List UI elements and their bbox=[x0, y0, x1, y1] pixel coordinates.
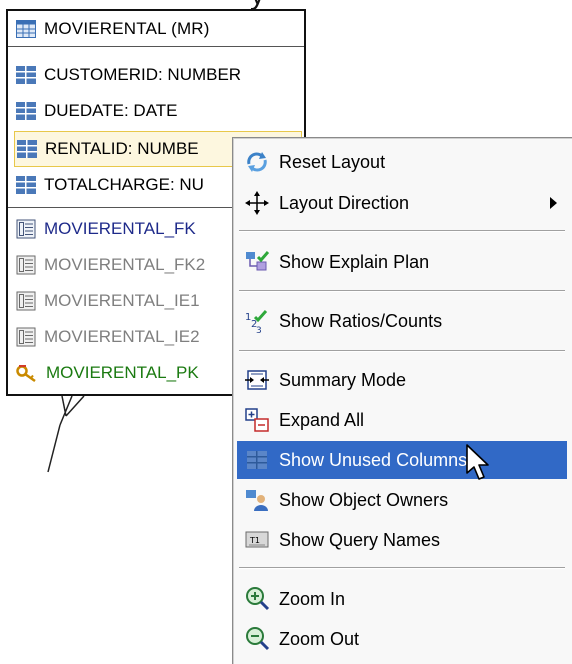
column-row-duedate[interactable]: DUEDATE: DATE bbox=[8, 93, 304, 129]
column-icon bbox=[17, 140, 37, 158]
submenu-arrow-icon bbox=[550, 197, 557, 209]
key-label: MOVIERENTAL_FK2 bbox=[44, 255, 206, 274]
primary-key-icon bbox=[16, 363, 38, 383]
menu-item-label: Zoom Out bbox=[279, 628, 360, 649]
menu-item-show-explain-plan[interactable]: Show Explain Plan bbox=[237, 243, 567, 281]
entity-title: MOVIERENTAL (MR) bbox=[44, 18, 210, 38]
menu-item-label: Show Unused Columns bbox=[279, 449, 468, 470]
menu-item-show-unused-columns[interactable]: Show Unused Columns bbox=[237, 441, 567, 479]
column-row-customerid[interactable]: CUSTOMERID: NUMBER bbox=[8, 57, 304, 93]
menu-item-show-object-owners[interactable]: Show Object Owners bbox=[237, 481, 567, 519]
menu-separator bbox=[239, 290, 565, 292]
menu-item-expand-all[interactable]: Expand All bbox=[237, 401, 567, 439]
ratios-counts-icon: 123 bbox=[243, 307, 271, 335]
key-label: MOVIERENTAL_IE1 bbox=[44, 291, 200, 310]
menu-item-label: Show Object Owners bbox=[279, 489, 449, 510]
menu-item-label: Layout Direction bbox=[279, 192, 410, 213]
svg-text:T1: T1 bbox=[249, 536, 260, 545]
column-icon bbox=[16, 176, 36, 194]
unused-columns-icon bbox=[243, 446, 271, 474]
key-label: MOVIERENTAL_PK bbox=[46, 363, 199, 382]
menu-item-zoom-out[interactable]: Zoom Out bbox=[237, 620, 567, 658]
query-names-icon: T1 bbox=[243, 526, 271, 554]
column-label: CUSTOMERID: NUMBER bbox=[44, 65, 242, 84]
index-icon bbox=[16, 255, 36, 275]
column-label: RENTALID: NUMBE bbox=[45, 139, 199, 158]
column-icon bbox=[16, 102, 36, 120]
column-label: TOTALCHARGE: NU bbox=[44, 175, 204, 194]
menu-item-label: Show Explain Plan bbox=[279, 251, 430, 272]
expand-all-icon bbox=[243, 406, 271, 434]
entity-header[interactable]: MOVIERENTAL (MR) bbox=[8, 11, 304, 47]
menu-item-label: Summary Mode bbox=[279, 369, 407, 390]
layout-direction-icon bbox=[243, 189, 271, 217]
context-menu[interactable]: Reset Layout Layout Direction Show Expla… bbox=[232, 137, 572, 664]
menu-separator bbox=[239, 230, 565, 232]
menu-item-zoom-in[interactable]: Zoom In bbox=[237, 580, 567, 618]
menu-item-label: Show Query Names bbox=[279, 529, 441, 550]
menu-item-label: Show Ratios/Counts bbox=[279, 310, 443, 331]
index-icon bbox=[16, 327, 36, 347]
menu-separator bbox=[239, 350, 565, 352]
key-label: MOVIERENTAL_FK bbox=[44, 219, 196, 238]
menu-item-layout-direction[interactable]: Layout Direction bbox=[237, 184, 567, 222]
menu-item-show-ratios-counts[interactable]: 123 Show Ratios/Counts bbox=[237, 302, 567, 340]
object-owners-icon bbox=[243, 486, 271, 514]
column-label: DUEDATE: DATE bbox=[44, 101, 178, 120]
menu-item-summary-mode[interactable]: Summary Mode bbox=[237, 361, 567, 399]
mouse-cursor-icon bbox=[466, 444, 489, 480]
key-label: MOVIERENTAL_IE2 bbox=[44, 327, 200, 346]
zoom-in-icon bbox=[243, 585, 271, 613]
menu-item-show-query-names[interactable]: T1 Show Query Names bbox=[237, 521, 567, 559]
menu-item-reset-layout[interactable]: Reset Layout bbox=[237, 143, 567, 181]
table-icon bbox=[16, 19, 36, 38]
zoom-out-icon bbox=[243, 625, 271, 653]
menu-item-label: Zoom In bbox=[279, 588, 346, 609]
index-icon bbox=[16, 291, 36, 311]
foreign-key-icon bbox=[16, 219, 36, 239]
menu-item-label: Expand All bbox=[279, 409, 365, 430]
reset-layout-icon bbox=[243, 148, 271, 176]
svg-text:3: 3 bbox=[256, 326, 262, 335]
menu-item-label: Reset Layout bbox=[279, 151, 386, 172]
column-icon bbox=[16, 66, 36, 84]
explain-plan-icon bbox=[243, 248, 271, 276]
menu-separator bbox=[239, 567, 565, 569]
summary-mode-icon bbox=[243, 366, 271, 394]
